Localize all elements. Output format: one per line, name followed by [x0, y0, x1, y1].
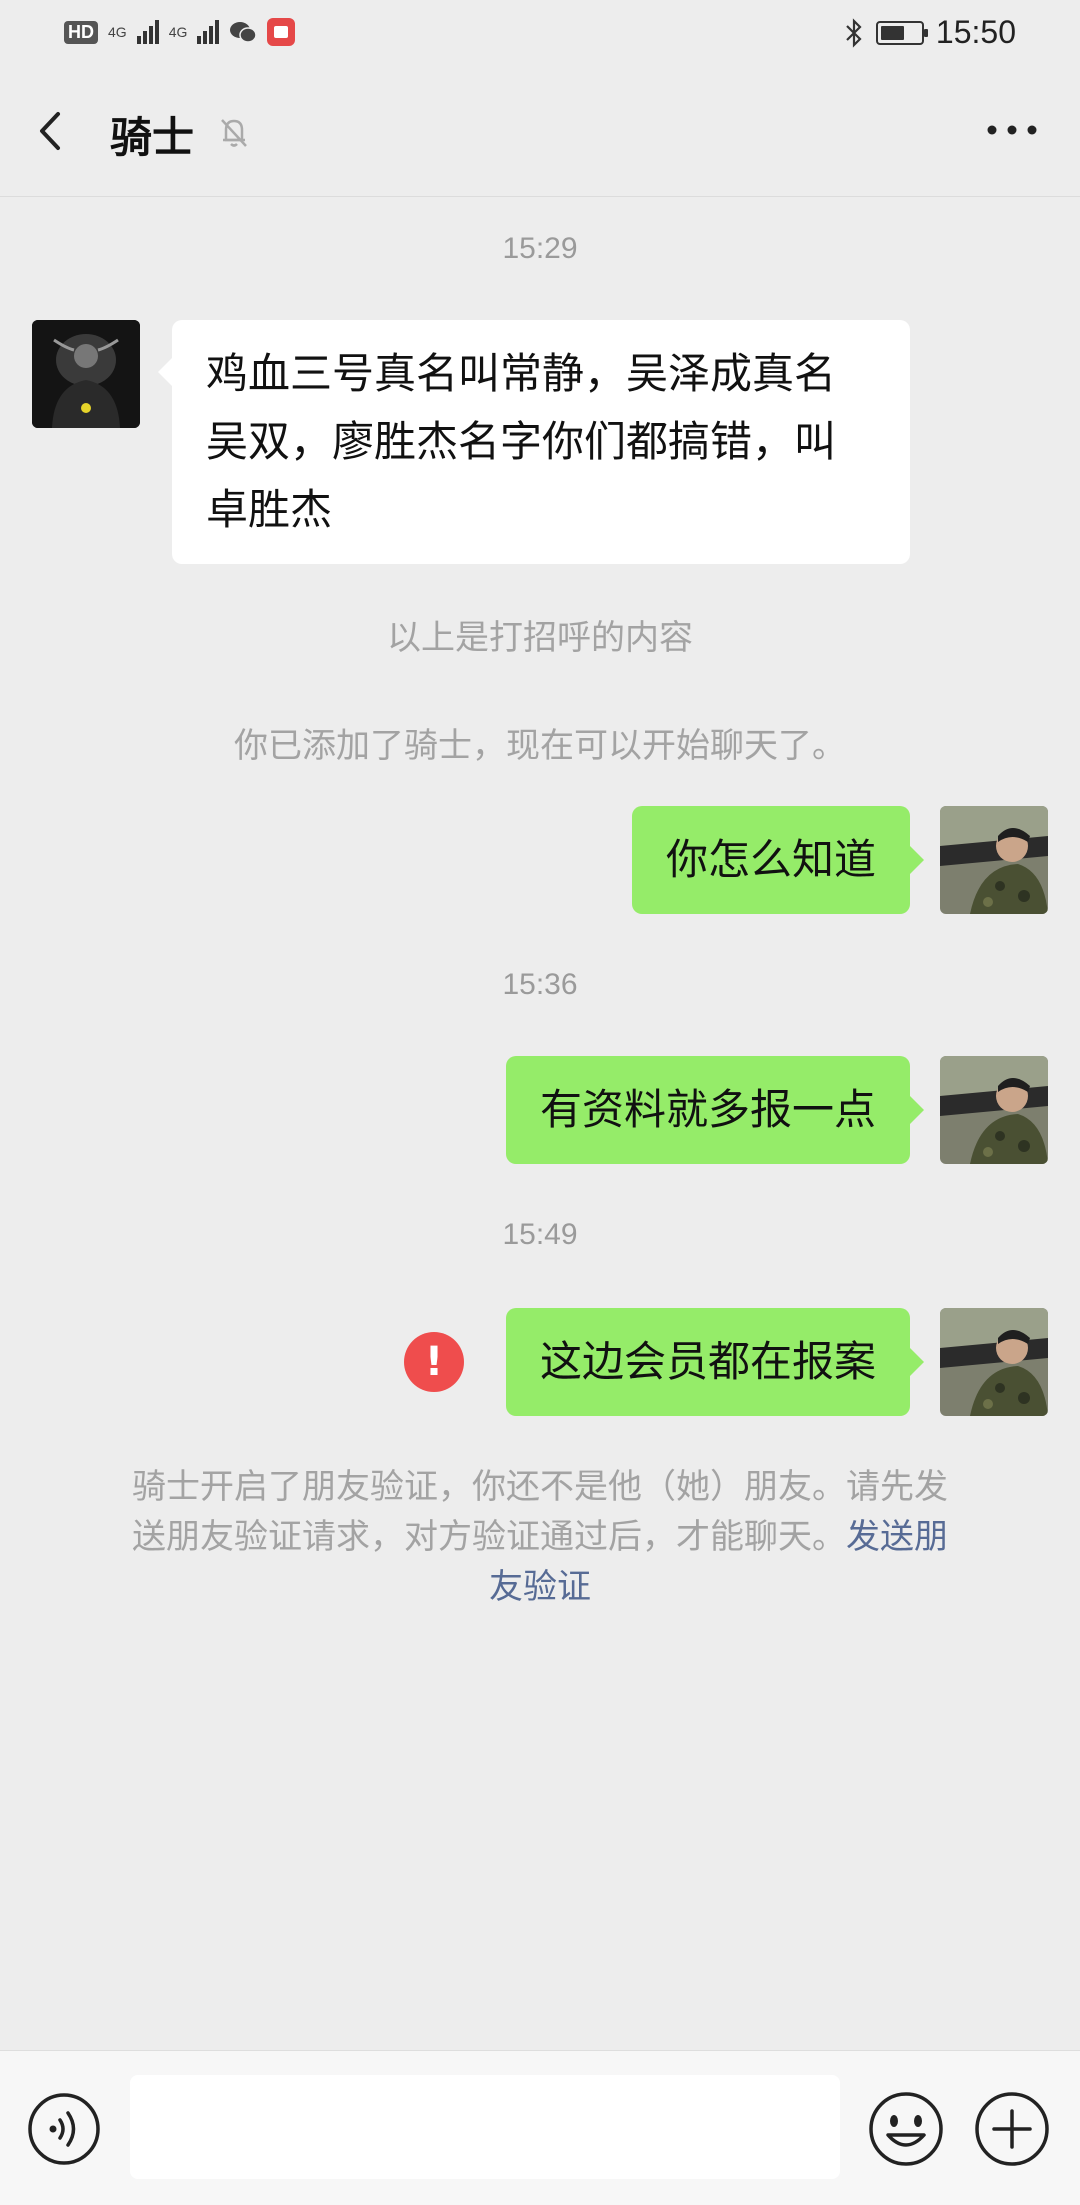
bluetooth-icon: [846, 17, 862, 48]
send-verification-link[interactable]: 发送朋: [846, 1517, 948, 1557]
status-bar: HD 4G 4G 15:50: [0, 0, 1080, 66]
message-line: 卓胜杰: [206, 485, 333, 534]
notice-text: 送朋友验证请求，对方验证通过后，才能聊天。: [132, 1517, 846, 1557]
message-line: 鸡血三号真名叫常静，吴泽成真名: [206, 349, 837, 398]
mute-bell-icon: [221, 119, 247, 147]
timestamp: 15:29: [502, 232, 578, 265]
send-failed-icon[interactable]: !: [404, 1332, 464, 1392]
emoji-icon[interactable]: [866, 2089, 946, 2169]
my-avatar[interactable]: [940, 1056, 1048, 1164]
chat-title: 骑士: [110, 113, 195, 162]
network-label-1: 4G: [108, 24, 127, 40]
voice-icon[interactable]: [26, 2091, 102, 2167]
status-right: 15:50: [844, 14, 1016, 51]
back-arrow-icon[interactable]: [28, 106, 78, 156]
input-bar: [0, 2050, 1080, 2205]
my-avatar-image: [940, 806, 1048, 914]
my-avatar[interactable]: [940, 806, 1048, 914]
timestamp: 15:36: [502, 968, 578, 1001]
chat-header: 骑士: [0, 66, 1080, 197]
battery-icon: [875, 20, 928, 45]
my-avatar-image: [940, 1056, 1048, 1164]
timestamp: 15:49: [502, 1218, 578, 1251]
outgoing-message-bubble[interactable]: 你怎么知道: [631, 806, 925, 914]
friend-verification-notice: 骑士开启了朋友验证，你还不是他（她）朋友。请先发 送朋友验证请求，对方验证通过后…: [90, 1462, 990, 1612]
message-input[interactable]: [130, 2075, 840, 2179]
system-message: 以上是打招呼的内容: [387, 618, 693, 658]
message-line: 吴双，廖胜杰名字你们都搞错，叫: [206, 417, 837, 466]
outgoing-message-bubble[interactable]: 这边会员都在报案: [505, 1308, 925, 1416]
hd-badge: HD: [64, 20, 98, 44]
wechat-icon: [230, 22, 258, 43]
send-verification-link[interactable]: 友验证: [489, 1567, 591, 1607]
my-avatar-image: [940, 1308, 1048, 1416]
incoming-message-bubble[interactable]: 鸡血三号真名叫常静，吴泽成真名 吴双，廖胜杰名字你们都搞错，叫 卓胜杰: [158, 320, 910, 564]
more-dots-icon[interactable]: [984, 118, 1040, 142]
status-left: HD 4G 4G: [64, 18, 296, 46]
notice-line: 友验证: [90, 1562, 990, 1612]
my-avatar[interactable]: [940, 1308, 1048, 1416]
signal-icon: [197, 20, 220, 44]
contact-avatar-image: [32, 320, 140, 428]
notice-line: 骑士开启了朋友验证，你还不是他（她）朋友。请先发: [132, 1467, 948, 1507]
signal-icon: [136, 20, 159, 44]
plus-icon[interactable]: [972, 2089, 1052, 2169]
status-time: 15:50: [935, 14, 1016, 50]
contact-avatar[interactable]: [32, 320, 140, 428]
outgoing-message-bubble[interactable]: 有资料就多报一点: [505, 1056, 925, 1164]
system-message: 你已添加了骑士，现在可以开始聊天了。: [234, 726, 846, 766]
notice-line: 送朋友验证请求，对方验证通过后，才能聊天。发送朋: [90, 1512, 990, 1562]
app-notification-icon: [267, 18, 296, 46]
network-label-2: 4G: [168, 24, 188, 40]
